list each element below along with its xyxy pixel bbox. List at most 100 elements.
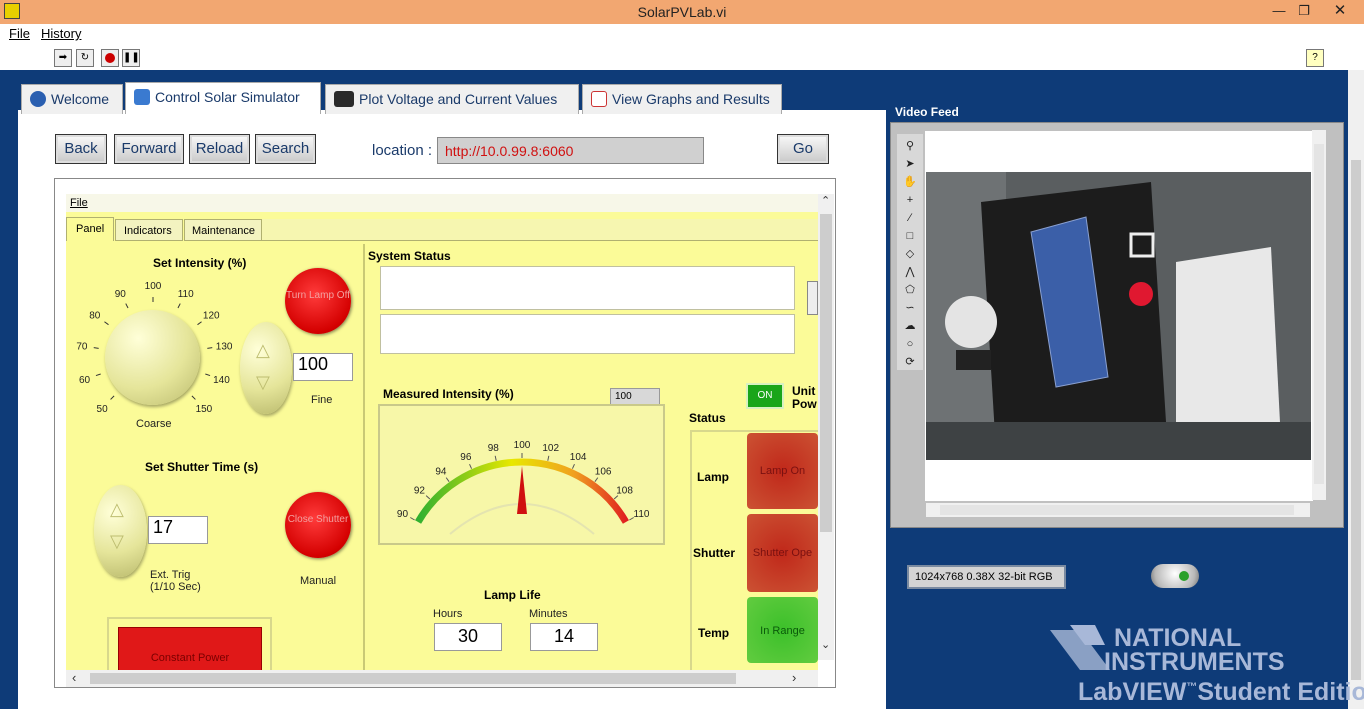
line-tool-icon[interactable]: ∕ [902, 210, 918, 226]
menu-bar: File History [0, 24, 1364, 44]
fine-intensity-stepper[interactable]: △ ▽ [240, 322, 292, 414]
inner-tab-maintenance[interactable]: Maintenance [184, 219, 262, 241]
dial-tick [104, 321, 109, 326]
video-vertical-scrollbar[interactable] [1312, 130, 1326, 500]
fine-label: Fine [311, 394, 333, 406]
intensity-value-field[interactable]: 100 [293, 353, 353, 381]
shutter-time-field[interactable]: 17 [148, 516, 208, 544]
video-horizontal-scrollbar[interactable] [926, 503, 1310, 517]
go-button[interactable]: Go [777, 134, 829, 164]
gauge-tick-label: 96 [460, 452, 472, 463]
abort-icon[interactable] [101, 49, 119, 67]
inner-horizontal-scrollbar[interactable]: ‹ › [66, 670, 818, 687]
tab-plot-voltage[interactable]: Plot Voltage and Current Values [325, 84, 579, 114]
brand-tm: ™ [1186, 681, 1198, 693]
dial-tick-label: 140 [213, 375, 230, 386]
closed-freehand-icon[interactable]: ☁ [902, 318, 918, 334]
tab-label: View Graphs and Results [612, 91, 770, 107]
dial-tick-label: 70 [76, 342, 88, 353]
hours-label: Hours [433, 608, 463, 620]
inner-tab-panel[interactable]: Panel [66, 217, 114, 241]
dial-tick [197, 321, 202, 326]
dial-tick-label: 60 [79, 375, 91, 386]
zoom-icon[interactable]: ⚲ [902, 138, 918, 154]
window-scrollbar[interactable] [1348, 70, 1364, 709]
run-continuously-icon[interactable]: ↻ [76, 49, 94, 67]
oval-tool-icon[interactable]: ○ [902, 336, 918, 352]
rectangle-tool-icon[interactable]: □ [902, 228, 918, 244]
pan-hand-icon[interactable]: ✋ [902, 174, 918, 190]
pause-icon[interactable]: ❚❚ [122, 49, 140, 67]
polyline-tool-icon[interactable]: ⋀ [902, 264, 918, 280]
inner-tab-indicators[interactable]: Indicators [115, 219, 183, 241]
point-tool-icon[interactable]: + [902, 192, 918, 208]
close-button[interactable]: ✕ [1320, 2, 1360, 20]
dial-tick-label: 90 [115, 289, 127, 300]
lamp-status-indicator: Lamp On [747, 433, 818, 509]
title-bar: SolarPVLab.vi — ❐ ✕ [0, 0, 1364, 24]
freehand-tool-icon[interactable]: ∽ [902, 300, 918, 316]
shutter-time-stepper[interactable]: △ ▽ [94, 485, 147, 577]
gauge-tick-label: 108 [616, 486, 633, 497]
help-icon[interactable]: ? [1306, 49, 1324, 67]
search-button[interactable]: Search [255, 134, 316, 164]
gauge-tick-label: 90 [397, 509, 409, 520]
forward-button[interactable]: Forward [114, 134, 184, 164]
status-shutter-label: Shutter [693, 546, 735, 560]
inner-tab-strip [262, 219, 818, 241]
constant-power-button[interactable]: Constant Power [118, 627, 262, 672]
turn-lamp-off-button[interactable]: Turn Lamp Off [285, 268, 351, 334]
tab-welcome[interactable]: Welcome [21, 84, 123, 114]
annulus-tool-icon[interactable]: ⟳ [902, 354, 918, 370]
polygon-tool-icon[interactable]: ⬠ [902, 282, 918, 298]
dial-tick [125, 303, 129, 309]
status-title: Status [689, 411, 726, 425]
set-shutter-title: Set Shutter Time (s) [145, 460, 259, 474]
back-button[interactable]: Back [55, 134, 107, 164]
dial-tick-label: 130 [216, 342, 233, 353]
minimize-button[interactable]: — [1268, 2, 1290, 20]
gauge-tick-label: 98 [488, 443, 500, 454]
status-temp-label: Temp [698, 626, 730, 640]
inner-vertical-scrollbar[interactable]: ⌃ ⌄ [818, 194, 834, 660]
coarse-intensity-knob[interactable] [105, 310, 200, 405]
rotated-rect-tool-icon[interactable]: ◇ [902, 246, 918, 262]
gauge-tick-label: 104 [570, 452, 587, 463]
coarse-label: Coarse [136, 418, 172, 430]
tab-control-solar-simulator[interactable]: Control Solar Simulator [125, 82, 321, 114]
video-toggle-button[interactable] [1151, 564, 1199, 588]
inner-menu-file[interactable]: File [70, 197, 88, 209]
dial-tick-label: 110 [178, 289, 194, 300]
clear-button-partial[interactable] [807, 281, 818, 315]
dial-tick [207, 347, 213, 349]
dial-tick [93, 347, 99, 349]
dial-tick [205, 373, 211, 377]
dial-tick [110, 395, 115, 400]
minutes-label: Minutes [529, 608, 568, 620]
status-lamp-label: Lamp [697, 470, 730, 484]
measured-intensity-value: 100 [610, 388, 660, 405]
gauge-tick-label: 100 [514, 440, 531, 451]
unit-power-label: Unit [792, 384, 816, 398]
location-input[interactable]: http://10.0.99.8:6060 [437, 137, 704, 164]
menu-history[interactable]: History [41, 26, 81, 41]
graph-icon [591, 91, 607, 107]
brand-labview: LabVIEW [1078, 678, 1187, 706]
tab-label: Control Solar Simulator [155, 89, 300, 105]
menu-file[interactable]: File [9, 26, 30, 41]
system-status-line1 [380, 266, 795, 310]
tab-view-graphs[interactable]: View Graphs and Results [582, 84, 782, 114]
inner-menu-bar: File [66, 194, 818, 212]
restore-button[interactable]: ❐ [1293, 2, 1315, 20]
shutter-status-indicator: Shutter Ope [747, 514, 818, 592]
pointer-icon[interactable]: ➤ [902, 156, 918, 172]
system-status-title: System Status [368, 249, 451, 263]
location-label: location : [372, 142, 433, 159]
run-arrow-icon[interactable]: ➡ [54, 49, 72, 67]
brand-labview-student: LabVIEW™Student Edition [1078, 678, 1364, 707]
close-shutter-button[interactable]: Close Shutter [285, 492, 351, 558]
lamp-minutes-field: 14 [530, 623, 598, 651]
plot-icon [334, 91, 354, 107]
dial-tick-label: 120 [203, 311, 220, 322]
reload-button[interactable]: Reload [189, 134, 250, 164]
